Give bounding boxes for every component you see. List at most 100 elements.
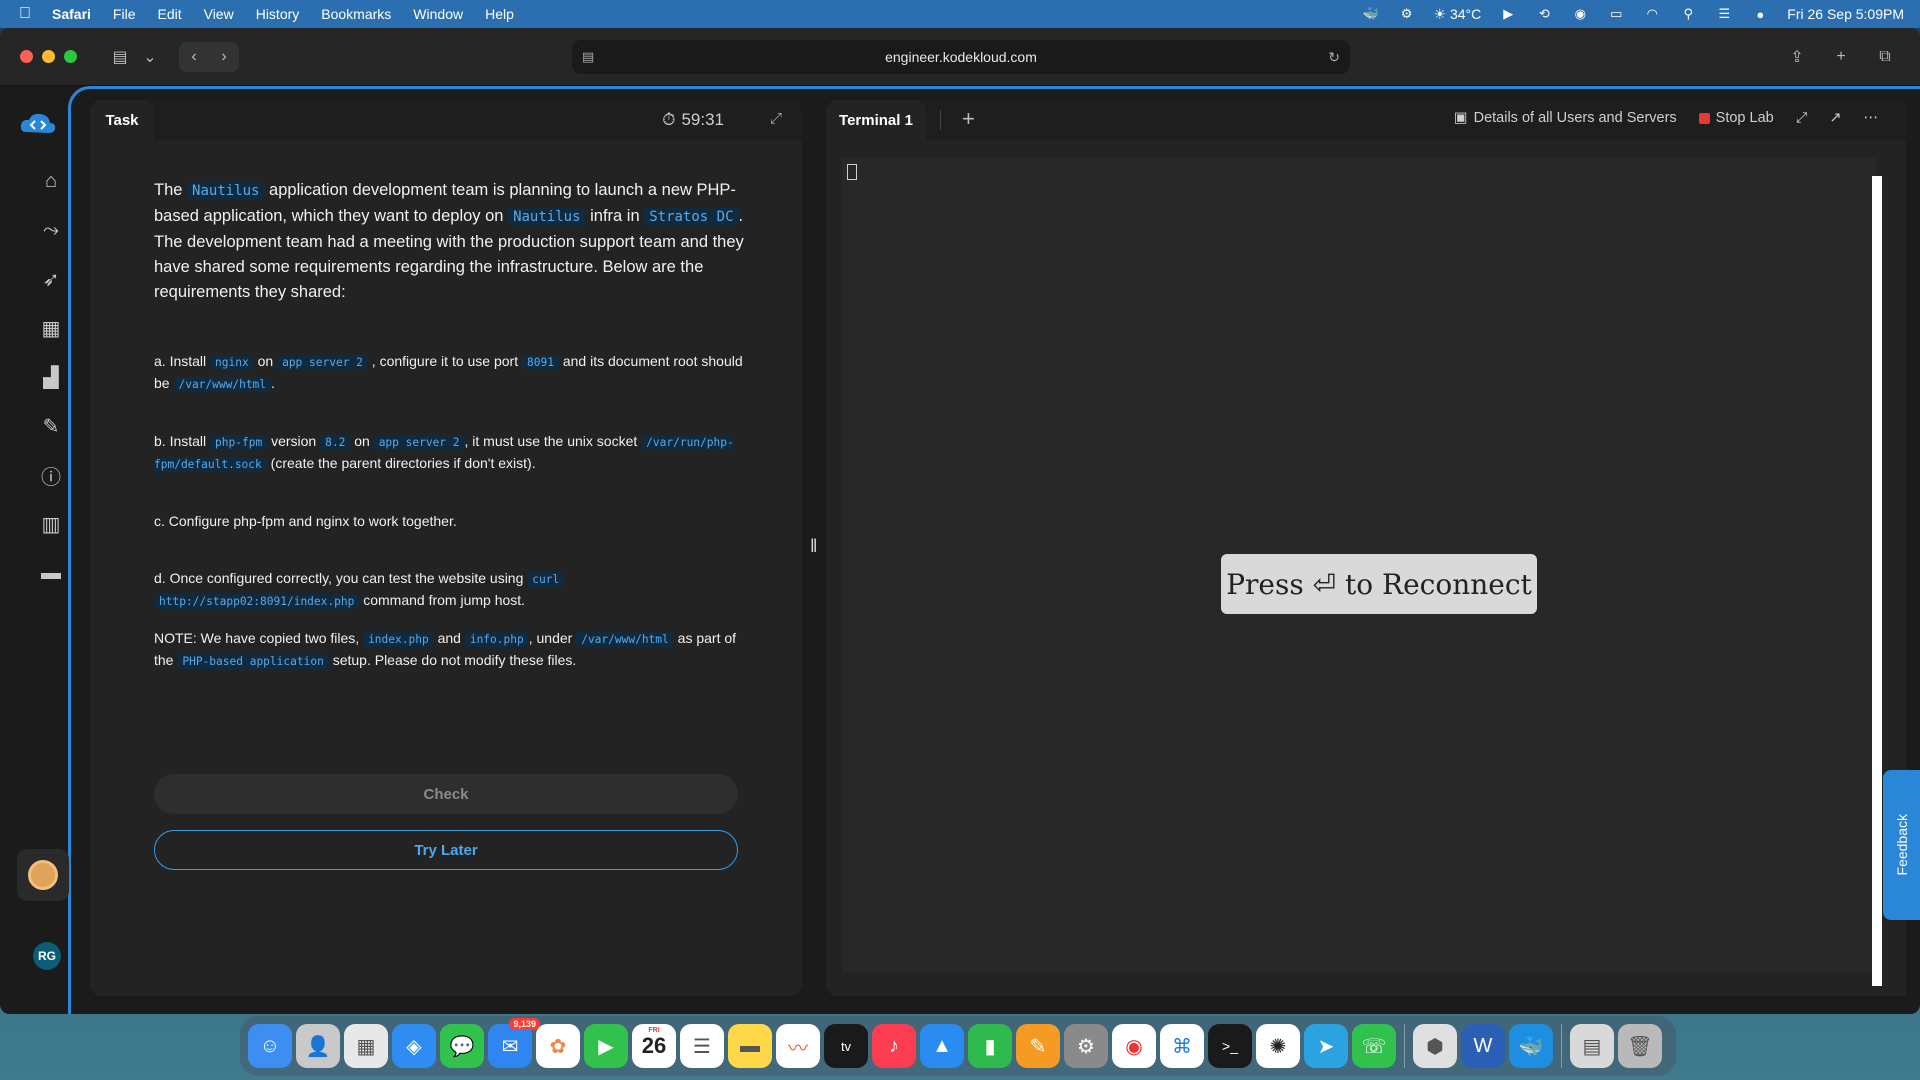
code-stratos-dc: Stratos DC xyxy=(644,208,739,226)
whatsapp-icon[interactable]: ☏ xyxy=(1352,1024,1396,1068)
try-later-button[interactable]: Try Later xyxy=(154,830,738,870)
terminal-app-icon[interactable]: >_ xyxy=(1208,1024,1252,1068)
apple-icon[interactable]:  xyxy=(16,5,34,23)
tab-terminal-1[interactable]: Terminal 1 xyxy=(826,100,926,140)
menu-window[interactable]: Window xyxy=(413,6,463,22)
new-tab-icon[interactable]: + xyxy=(1826,42,1856,72)
contacts-icon[interactable]: 👤 xyxy=(296,1024,340,1068)
chatgpt-icon[interactable]: ✺ xyxy=(1256,1024,1300,1068)
terminal-scrollbar[interactable] xyxy=(1872,176,1882,986)
music-icon[interactable]: ♪ xyxy=(872,1024,916,1068)
trash-icon[interactable]: 🗑 xyxy=(1618,1024,1662,1068)
menu-history[interactable]: History xyxy=(256,6,300,22)
menu-edit[interactable]: Edit xyxy=(157,6,181,22)
numbers-icon[interactable]: ▮ xyxy=(968,1024,1012,1068)
play-status-icon[interactable]: ▶ xyxy=(1499,6,1517,21)
avatar[interactable] xyxy=(17,849,69,901)
route-icon[interactable]: ⤳ xyxy=(38,217,64,243)
word-icon[interactable]: W xyxy=(1461,1024,1505,1068)
panel-resize-handle[interactable]: ‖ xyxy=(810,536,817,557)
info-icon[interactable]: ⓘ xyxy=(38,462,64,489)
keynote-icon[interactable]: ▲ xyxy=(920,1024,964,1068)
docker-icon[interactable]: 🐳 xyxy=(1509,1024,1553,1068)
menu-help[interactable]: Help xyxy=(485,6,514,22)
text: (create the parent directories if don't … xyxy=(266,455,536,471)
book-icon[interactable]: ▥ xyxy=(38,511,64,537)
disk-utility-icon[interactable]: ⬢ xyxy=(1413,1024,1457,1068)
reminders-icon[interactable]: ☰ xyxy=(680,1024,724,1068)
messages-icon[interactable]: 💬 xyxy=(440,1024,484,1068)
battery-icon[interactable]: ▭ xyxy=(1607,6,1625,21)
home-icon[interactable]: ⌂ xyxy=(38,168,64,194)
text: version xyxy=(267,433,321,449)
page-menu-icon[interactable]: ▤ xyxy=(582,49,594,65)
details-button[interactable]: ▣ Details of all Users and Servers xyxy=(1454,110,1677,126)
sidebar-toggle-icon[interactable]: ▤ xyxy=(105,42,135,72)
chatgpt-status-icon[interactable]: ⚙ xyxy=(1398,6,1416,21)
spotlight-search-icon[interactable]: ⚲ xyxy=(1679,6,1697,21)
clock[interactable]: Fri 26 Sep 5:09PM xyxy=(1787,6,1904,22)
terminal-screen[interactable]: Press ⏎ to Reconnect xyxy=(842,158,1876,972)
menu-view[interactable]: View xyxy=(204,6,234,22)
finder-icon[interactable]: ☺ xyxy=(248,1024,292,1068)
menu-bookmarks[interactable]: Bookmarks xyxy=(321,6,391,22)
time-machine-icon[interactable]: ⟲ xyxy=(1535,6,1553,21)
chrome-icon[interactable]: ◉ xyxy=(1112,1024,1156,1068)
minimize-window-button[interactable] xyxy=(42,50,55,63)
tab-task[interactable]: Task xyxy=(90,100,154,140)
share-icon[interactable]: ⇪ xyxy=(1782,42,1812,72)
tab-group-chevron-icon[interactable]: ⌄ xyxy=(135,42,165,72)
tab-overview-icon[interactable]: ⧉ xyxy=(1870,42,1900,72)
add-terminal-icon[interactable]: + xyxy=(962,106,975,132)
text: , it must use the unix socket xyxy=(464,433,642,449)
photos-icon[interactable]: ✿ xyxy=(536,1024,580,1068)
freeform-icon[interactable]: 〰 xyxy=(776,1024,820,1068)
calendar-icon[interactable]: FRI 26 xyxy=(632,1024,676,1068)
chat-icon[interactable]: ▬ xyxy=(38,560,64,586)
feedback-button[interactable]: Feedback xyxy=(1883,770,1920,920)
leaderboard-icon[interactable]: ▟ xyxy=(38,364,64,390)
check-button[interactable]: Check xyxy=(154,774,738,814)
menu-file[interactable]: File xyxy=(113,6,136,22)
vscode-icon[interactable]: ⌘ xyxy=(1160,1024,1204,1068)
system-settings-icon[interactable]: ⚙ xyxy=(1064,1024,1108,1068)
launchpad-icon[interactable]: ▦ xyxy=(344,1024,388,1068)
sun-icon: ☀ xyxy=(1433,5,1447,22)
toolbar-right: ⇪ + ⧉ xyxy=(1782,42,1900,72)
rocket-icon[interactable]: ➶ xyxy=(38,266,64,292)
notes-app-icon[interactable]: ▬ xyxy=(728,1024,772,1068)
stop-lab-button[interactable]: Stop Lab xyxy=(1698,110,1774,126)
siri-icon[interactable]: ● xyxy=(1751,7,1769,22)
mail-icon[interactable]: ✉ 9,139 xyxy=(488,1018,540,1068)
facetime-icon[interactable]: ▶ xyxy=(584,1024,628,1068)
expand-task-icon[interactable]: ⤢ xyxy=(770,110,782,127)
address-bar[interactable]: ▤ engineer.kodekloud.com ↻ xyxy=(572,40,1350,74)
notes-icon[interactable]: ✎ xyxy=(38,413,64,439)
weather-status[interactable]: ☀ 34°C xyxy=(1434,6,1482,23)
clapperboard-icon[interactable]: ▦ xyxy=(38,315,64,341)
docker-status-icon[interactable]: 🐳 xyxy=(1362,6,1380,21)
forward-icon[interactable]: › xyxy=(209,42,239,72)
zoom-window-button[interactable] xyxy=(64,50,77,63)
user-initials-badge[interactable]: RG xyxy=(33,942,61,970)
user-status-icon[interactable]: ◉ xyxy=(1571,6,1589,21)
reload-icon[interactable]: ↻ xyxy=(1328,49,1340,66)
kodekloud-logo-icon[interactable] xyxy=(18,110,58,140)
telegram-icon[interactable]: ➤ xyxy=(1304,1024,1348,1068)
reconnect-message[interactable]: Press ⏎ to Reconnect xyxy=(1221,554,1537,614)
fullscreen-icon[interactable]: ⤢ xyxy=(1796,110,1808,126)
text: The xyxy=(154,181,188,199)
safari-icon[interactable]: ◈ xyxy=(392,1024,436,1068)
open-external-icon[interactable]: ↗ xyxy=(1829,110,1841,126)
control-center-icon[interactable]: ☰ xyxy=(1715,6,1733,21)
wifi-icon[interactable]: ◠ xyxy=(1643,6,1661,21)
more-options-icon[interactable]: ⋯ xyxy=(1864,110,1879,126)
apple-tv-icon[interactable]: tv xyxy=(824,1024,868,1068)
pages-icon[interactable]: ✎ xyxy=(1016,1024,1060,1068)
code-port: 8091 xyxy=(522,355,559,370)
downloads-stack-icon[interactable]: ▤ xyxy=(1570,1024,1614,1068)
back-icon[interactable]: ‹ xyxy=(179,42,209,72)
text: a. Install xyxy=(154,353,211,369)
close-window-button[interactable] xyxy=(20,50,33,63)
menu-safari[interactable]: Safari xyxy=(52,6,91,22)
